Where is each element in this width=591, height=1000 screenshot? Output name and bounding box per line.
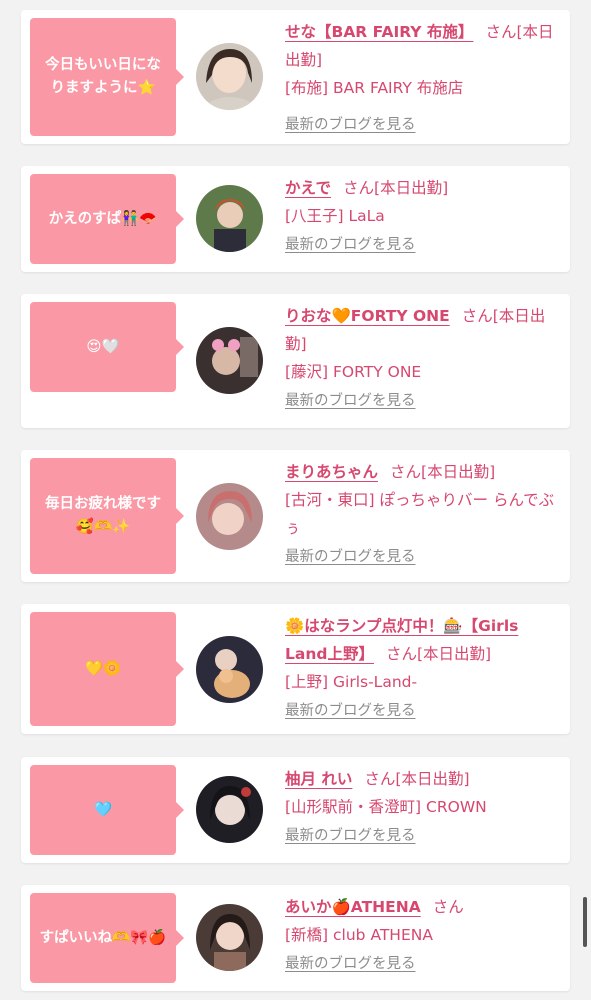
message-text: かえのすぱ👫🪭 — [48, 210, 158, 227]
shop-name: [上野] Girls-Land- — [285, 673, 418, 691]
cast-name-link[interactable]: 柚月 れい — [285, 770, 352, 788]
latest-blog-link[interactable]: 最新のブログを見る — [285, 387, 416, 415]
cast-name-link[interactable]: りおな🧡FORTY ONE — [285, 307, 450, 325]
cast-card: 今日もいい日になりますように⭐ せな【BAR FAIRY 布施】 さん[本日出勤]… — [21, 10, 570, 144]
message-bubble: 今日もいい日になりますように⭐ — [30, 18, 184, 136]
shop-name: [古河・東口] ぽっちゃりバー らんでぶぅ — [285, 491, 555, 537]
message-text: 今日もいい日になりますように⭐ — [45, 57, 161, 96]
cast-card: 😍🤍 りおな🧡FORTY ONE さん[本日出勤] [藤沢] FORTY ONE … — [21, 294, 570, 428]
avatar[interactable] — [196, 483, 263, 550]
shop-name: [山形駅前・香澄町] CROWN — [285, 798, 487, 816]
latest-blog-link[interactable]: 最新のブログを見る — [285, 697, 416, 725]
cast-name-link[interactable]: せな【BAR FAIRY 布施】 — [285, 23, 473, 41]
shop-name: [新橋] club ATHENA — [285, 926, 433, 944]
cast-status: さん[本日出勤] — [385, 645, 492, 663]
cast-info: 🌼はなランプ点灯中！🎰【Girls Land上野】 さん[本日出勤] [上野] G… — [285, 612, 562, 725]
cast-status: さん[本日出勤] — [364, 770, 470, 788]
message-text: 😍🤍 — [86, 338, 120, 355]
message-bubble: かえのすぱ👫🪭 — [30, 174, 184, 264]
cast-name-link[interactable]: かえで — [285, 179, 331, 197]
avatar[interactable] — [196, 185, 263, 252]
cast-card: 毎日お疲れ様です🥰🫶✨ まりあちゃん さん[本日出勤] [古河・東口] ぽっちゃり… — [21, 450, 570, 582]
cast-info: せな【BAR FAIRY 布施】 さん[本日出勤] [布施] BAR FAIRY … — [285, 18, 562, 139]
message-text: 毎日お疲れ様です🥰🫶✨ — [45, 496, 161, 535]
shop-name: [布施] BAR FAIRY 布施店 — [285, 79, 464, 97]
message-text: 💛🌼 — [84, 660, 122, 677]
avatar[interactable] — [196, 904, 263, 971]
cast-status: さん — [432, 898, 464, 916]
message-text: 🩵 — [93, 801, 113, 818]
cast-card: 💛🌼 🌼はなランプ点灯中！🎰【Girls Land上野】 さん[本日出勤] [上野… — [21, 604, 570, 734]
message-bubble: すぱいいね🫶🎀🍎 — [30, 893, 184, 983]
cast-status: さん[本日出勤] — [343, 179, 449, 197]
latest-blog-link[interactable]: 最新のブログを見る — [285, 822, 416, 850]
cast-name-link[interactable]: まりあちゃん — [285, 463, 378, 481]
message-bubble: 🩵 — [30, 765, 184, 855]
latest-blog-link[interactable]: 最新のブログを見る — [285, 950, 416, 978]
cast-info: あいか🍎ATHENA さん [新橋] club ATHENA 最新のブログを見る — [285, 893, 562, 978]
cast-info: かえで さん[本日出勤] [八王子] LaLa 最新のブログを見る — [285, 174, 562, 259]
cast-info: りおな🧡FORTY ONE さん[本日出勤] [藤沢] FORTY ONE 最新の… — [285, 302, 562, 415]
avatar[interactable] — [196, 776, 263, 843]
cast-info: まりあちゃん さん[本日出勤] [古河・東口] ぽっちゃりバー らんでぶぅ 最新の… — [285, 458, 562, 571]
cast-card: 🩵 柚月 れい さん[本日出勤] [山形駅前・香澄町] CROWN 最新のブログを… — [21, 757, 570, 863]
message-bubble: 毎日お疲れ様です🥰🫶✨ — [30, 458, 184, 574]
avatar[interactable] — [196, 636, 263, 703]
avatar[interactable] — [196, 327, 263, 394]
latest-blog-link[interactable]: 最新のブログを見る — [285, 543, 416, 571]
cast-name-link[interactable]: あいか🍎ATHENA — [285, 898, 421, 916]
page: 今日もいい日になりますように⭐ せな【BAR FAIRY 布施】 さん[本日出勤]… — [0, 0, 591, 1000]
cast-info: 柚月 れい さん[本日出勤] [山形駅前・香澄町] CROWN 最新のブログを見る — [285, 765, 562, 850]
cast-card: かえのすぱ👫🪭 かえで さん[本日出勤] [八王子] LaLa 最新のブログを見る — [21, 166, 570, 272]
shop-name: [八王子] LaLa — [285, 207, 385, 225]
scrollbar[interactable] — [583, 897, 587, 947]
latest-blog-link[interactable]: 最新のブログを見る — [285, 231, 416, 259]
cast-status: さん[本日出勤] — [390, 463, 496, 481]
message-bubble: 💛🌼 — [30, 612, 184, 726]
latest-blog-link[interactable]: 最新のブログを見る — [285, 111, 416, 139]
message-text: すぱいいね🫶🎀🍎 — [39, 929, 167, 946]
cast-card: すぱいいね🫶🎀🍎 あいか🍎ATHENA さん [新橋] club ATHENA 最… — [21, 885, 570, 991]
message-bubble: 😍🤍 — [30, 302, 184, 392]
shop-name: [藤沢] FORTY ONE — [285, 363, 422, 381]
avatar[interactable] — [196, 43, 263, 110]
